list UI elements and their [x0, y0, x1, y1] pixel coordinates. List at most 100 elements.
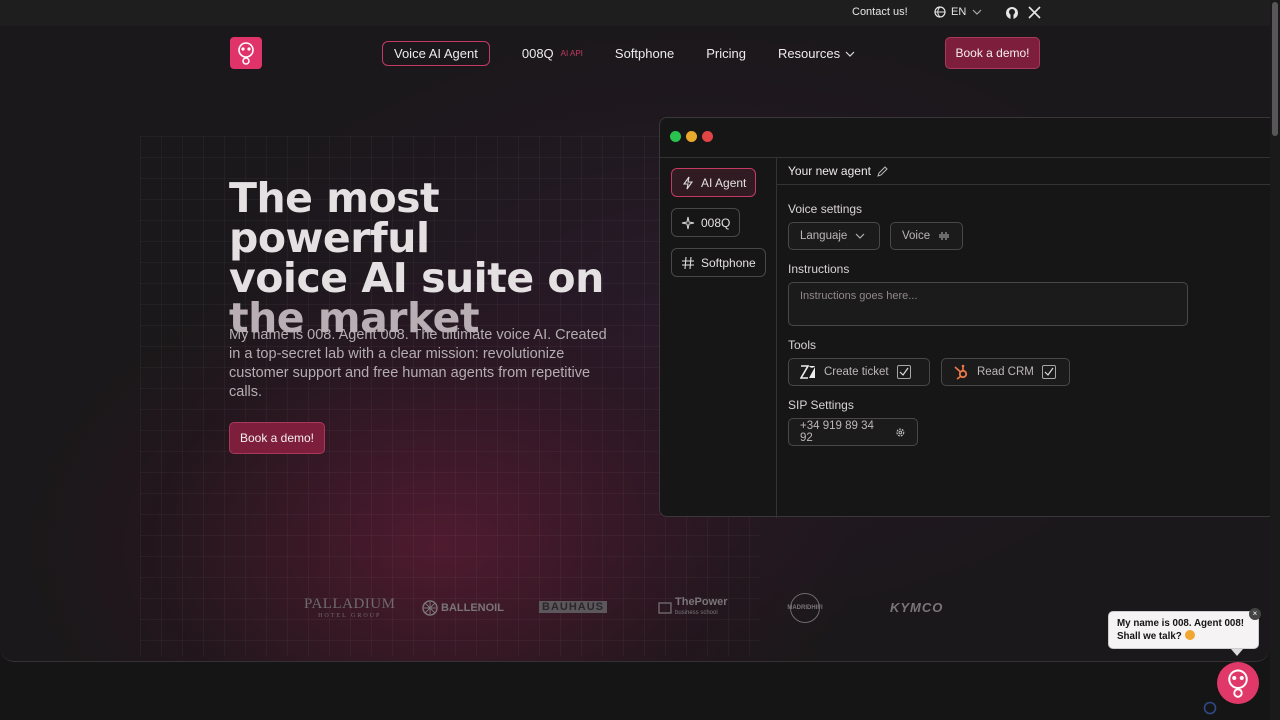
sip-number-field[interactable]: +34 919 89 34 92 [788, 418, 918, 446]
language-selector[interactable]: EN [934, 6, 983, 18]
chat-line: My name is 008. Agent 008! [1117, 618, 1245, 629]
logo-bauhaus: BAUHAUS [539, 601, 607, 613]
voice-settings-label: Voice settings [788, 202, 863, 216]
nav-label: Pricing [706, 46, 746, 61]
logo-kymco: KYMCO [890, 600, 943, 615]
brand-logo[interactable] [230, 37, 262, 69]
divider [777, 184, 1270, 185]
window-dot-red[interactable] [702, 131, 713, 142]
sidebar-item-softphone[interactable]: Softphone [671, 248, 766, 277]
shell-icon [422, 600, 438, 616]
divider [660, 157, 1270, 158]
sparkle-icon [681, 216, 695, 229]
tools-label: Tools [788, 338, 817, 352]
window-dot-green[interactable] [670, 131, 681, 142]
chat-line: Shall we talk? [1117, 631, 1182, 642]
headline-line: voice AI suite on [229, 254, 604, 302]
gear-icon[interactable] [895, 427, 906, 438]
logo-subtext: HOTEL GROUP [318, 613, 382, 619]
chevron-down-icon [855, 233, 865, 239]
nav-008q[interactable]: 008Q AI API [522, 46, 583, 61]
chat-bubble[interactable]: My name is 008. Agent 008! Shall we talk… [1108, 611, 1259, 649]
logo-text: BAUHAUS [542, 601, 604, 613]
agent-title[interactable]: Your new agent [788, 164, 888, 178]
main-nav: Voice AI Agent 008Q AI API Softphone Pric… [382, 41, 856, 66]
hash-icon [682, 256, 694, 269]
logo-text: ThePower [675, 596, 728, 608]
sip-number-value: +34 919 89 34 92 [800, 420, 874, 444]
tool-checkbox[interactable] [896, 365, 911, 379]
check-icon [1044, 367, 1054, 376]
logo-text: MADRIDHIFI [787, 605, 823, 611]
robot-mascot-icon [238, 42, 254, 65]
nav-label: Softphone [614, 46, 675, 61]
logo-madridhifi: MADRIDHIFI [787, 593, 823, 623]
robot-mascot-icon [1228, 669, 1248, 698]
tool-label: Create ticket [824, 366, 889, 378]
chat-launcher-button[interactable] [1217, 662, 1259, 704]
sidebar-item-label: Softphone [701, 255, 756, 270]
smile-emoji-icon [1184, 630, 1195, 640]
chat-close-button[interactable]: × [1249, 608, 1261, 620]
nav-label: Voice AI Agent [394, 46, 478, 61]
nav-resources[interactable]: Resources [778, 46, 856, 61]
divider [776, 158, 777, 518]
frame-icon [658, 602, 672, 614]
sidebar-item-label: AI Agent [701, 175, 747, 190]
sidebar-item-label: 008Q [701, 215, 731, 230]
scrollbar-thumb[interactable] [1272, 2, 1278, 136]
logo-subtext: business school [675, 610, 718, 616]
lightning-icon [682, 176, 694, 189]
page-scrollbar[interactable] [1270, 0, 1280, 720]
agent-title-text: Your new agent [788, 164, 871, 178]
window-dot-yellow[interactable] [686, 131, 697, 142]
language-label: EN [951, 6, 967, 18]
x-twitter-icon[interactable] [1028, 6, 1041, 24]
contact-link[interactable]: Contact us! [852, 6, 908, 18]
voice-select[interactable]: Voice [890, 222, 963, 250]
hero-section: Voice AI Agent 008Q AI API Softphone Pric… [0, 26, 1270, 662]
logo-palladium: PALLADIUM HOTEL GROUP [304, 596, 395, 619]
tool-label: Read CRM [977, 366, 1034, 378]
logo-text: KYMCO [890, 600, 944, 615]
nav-softphone[interactable]: Softphone [615, 46, 674, 61]
sidebar-item-ai-agent[interactable]: AI Agent [671, 168, 757, 197]
logo-text: PALLADIUM [304, 596, 396, 612]
nav-voice-ai-agent[interactable]: Voice AI Agent [382, 41, 490, 66]
headline-line: The most powerful [229, 174, 440, 262]
nav-label: 008Q [521, 46, 554, 61]
tool-read-crm[interactable]: Read CRM [941, 358, 1070, 386]
pencil-icon[interactable] [877, 165, 888, 177]
github-icon[interactable] [1005, 6, 1019, 25]
nav-pricing[interactable]: Pricing [706, 46, 746, 61]
hubspot-icon [954, 364, 968, 380]
logo-thepower: ThePower business school [658, 596, 728, 618]
nav-label: Resources [777, 46, 841, 61]
instructions-input[interactable]: Instructions goes here... [788, 282, 1188, 326]
book-demo-button-header[interactable]: Book a demo! [945, 37, 1040, 69]
chevron-down-icon [972, 9, 982, 15]
sidebar-item-008q[interactable]: 008Q [671, 208, 741, 237]
recaptcha-icon [1203, 701, 1217, 720]
check-icon [899, 367, 909, 376]
language-select[interactable]: Languaje [788, 222, 880, 250]
instructions-label: Instructions [788, 262, 850, 276]
hero-headline: The most powerful voice AI suite on the … [229, 174, 649, 339]
globe-icon [934, 6, 946, 18]
agent-builder-window: AI Agent 008Q Softphone Your new agent V… [659, 117, 1270, 518]
audio-wave-icon [939, 232, 949, 240]
language-select-value: Languaje [800, 230, 848, 242]
nav-badge: AI API [560, 49, 583, 58]
top-utility-bar: Contact us! EN [0, 0, 1270, 26]
chat-bubble-tail [1231, 649, 1243, 656]
chevron-down-icon [845, 51, 855, 57]
book-demo-button-hero[interactable]: Book a demo! [229, 422, 325, 454]
window-controls [670, 131, 713, 142]
tool-checkbox[interactable] [1041, 365, 1056, 379]
logo-text: BALLENOIL [441, 602, 504, 614]
sip-settings-label: SIP Settings [788, 398, 854, 412]
voice-select-value: Voice [902, 230, 931, 242]
logo-ballenoil: BALLENOIL [422, 600, 504, 616]
tool-create-ticket[interactable]: Create ticket [788, 358, 930, 386]
zendesk-icon [800, 365, 815, 379]
